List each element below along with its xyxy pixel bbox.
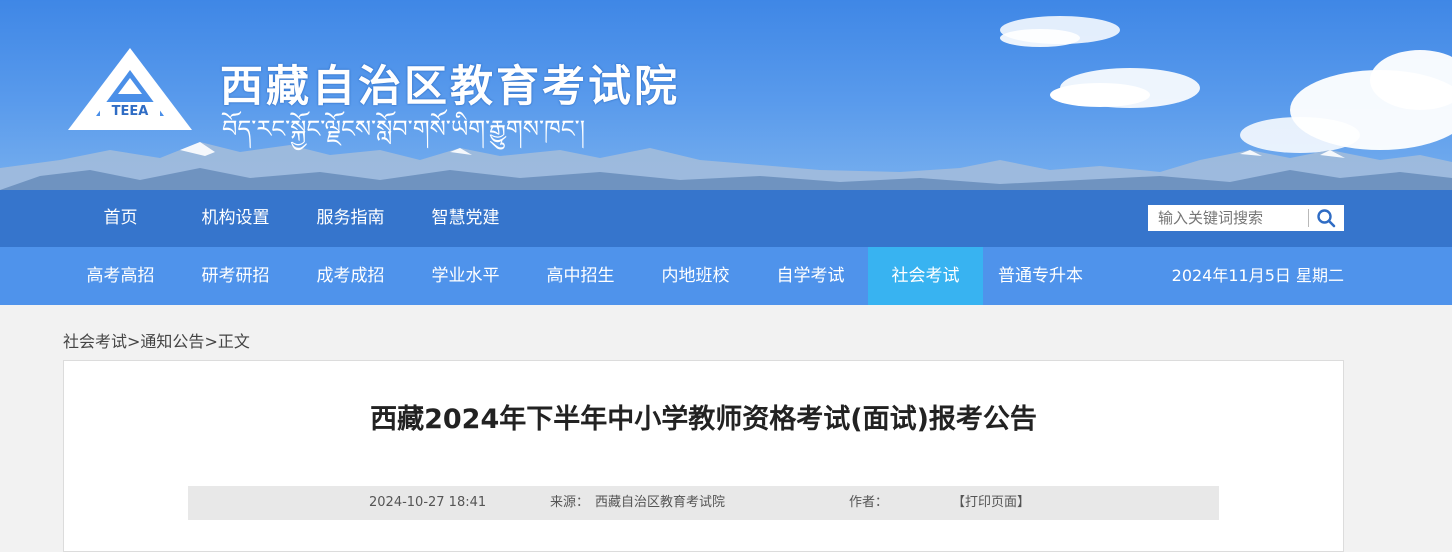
article-title: 西藏2024年下半年中小学教师资格考试(面试)报考公告 [370,404,1037,435]
logo-text: TEEA [112,104,149,119]
search-icon [1317,209,1336,228]
article-meta-bar: 2024-10-27 18:41 来源： 西藏自治区教育考试院 作者： 【打印页… [188,486,1219,520]
search-button[interactable] [1309,205,1344,231]
nav-item-party-building[interactable]: 智慧党建 [408,190,523,247]
mountain-scenery [0,16,1452,190]
breadcrumb-separator: > [127,332,141,351]
nav-item-graduate-exam[interactable]: 研考研招 [178,247,293,305]
publish-datetime: 2024-10-27 18:41 [369,495,487,510]
print-page-link[interactable]: 【打印页面】 [952,486,1030,520]
primary-nav: 首页 机构设置 服务指南 智慧党建 [0,190,1452,247]
author-label: 作者： [849,495,889,510]
search-input[interactable] [1148,206,1308,230]
nav-item-service-guide[interactable]: 服务指南 [293,190,408,247]
nav-item-upgrade-exam[interactable]: 普通专升本 [983,247,1098,305]
article-card: 西藏2024年下半年中小学教师资格考试(面试)报考公告 2024-10-27 1… [63,360,1344,552]
breadcrumb-current: 正文 [217,332,250,351]
secondary-nav: 高考高招 研考研招 成考成招 学业水平 高中招生 内地班校 自学考试 社会考试 … [0,247,1452,305]
search-box [1148,205,1344,231]
header-banner: TEEA 西藏自治区教育考试院 བོད་རང་སྐྱོང་ལྗོངས་སློབ་… [0,0,1452,190]
breadcrumb-notices[interactable]: 通知公告 [140,332,204,351]
nav-item-organization[interactable]: 机构设置 [178,190,293,247]
nav-item-gaokao[interactable]: 高考高招 [63,247,178,305]
site-title-tibetan: བོད་རང་སྐྱོང་ལྗོངས་སློབ་གསོ་ཡིག་རྒྱུགས་ཁ… [222,115,586,143]
source-value: 西藏自治区教育考试院 [595,495,726,510]
teea-logo: TEEA [68,48,192,130]
nav-item-social-exam[interactable]: 社会考试 [868,247,983,305]
breadcrumb: 社会考试>通知公告>正文 [63,328,250,352]
breadcrumb-social-exam[interactable]: 社会考试 [63,332,127,351]
nav-item-inland-classes[interactable]: 内地班校 [638,247,753,305]
nav-item-high-school-admission[interactable]: 高中招生 [523,247,638,305]
nav-item-self-study-exam[interactable]: 自学考试 [753,247,868,305]
nav-item-home[interactable]: 首页 [63,190,178,247]
breadcrumb-separator: > [204,332,218,351]
current-date: 2024年11月5日 星期二 [1171,266,1344,285]
nav-item-adult-exam[interactable]: 成考成招 [293,247,408,305]
source-label: 来源： [550,495,590,510]
nav-item-academic-level[interactable]: 学业水平 [408,247,523,305]
